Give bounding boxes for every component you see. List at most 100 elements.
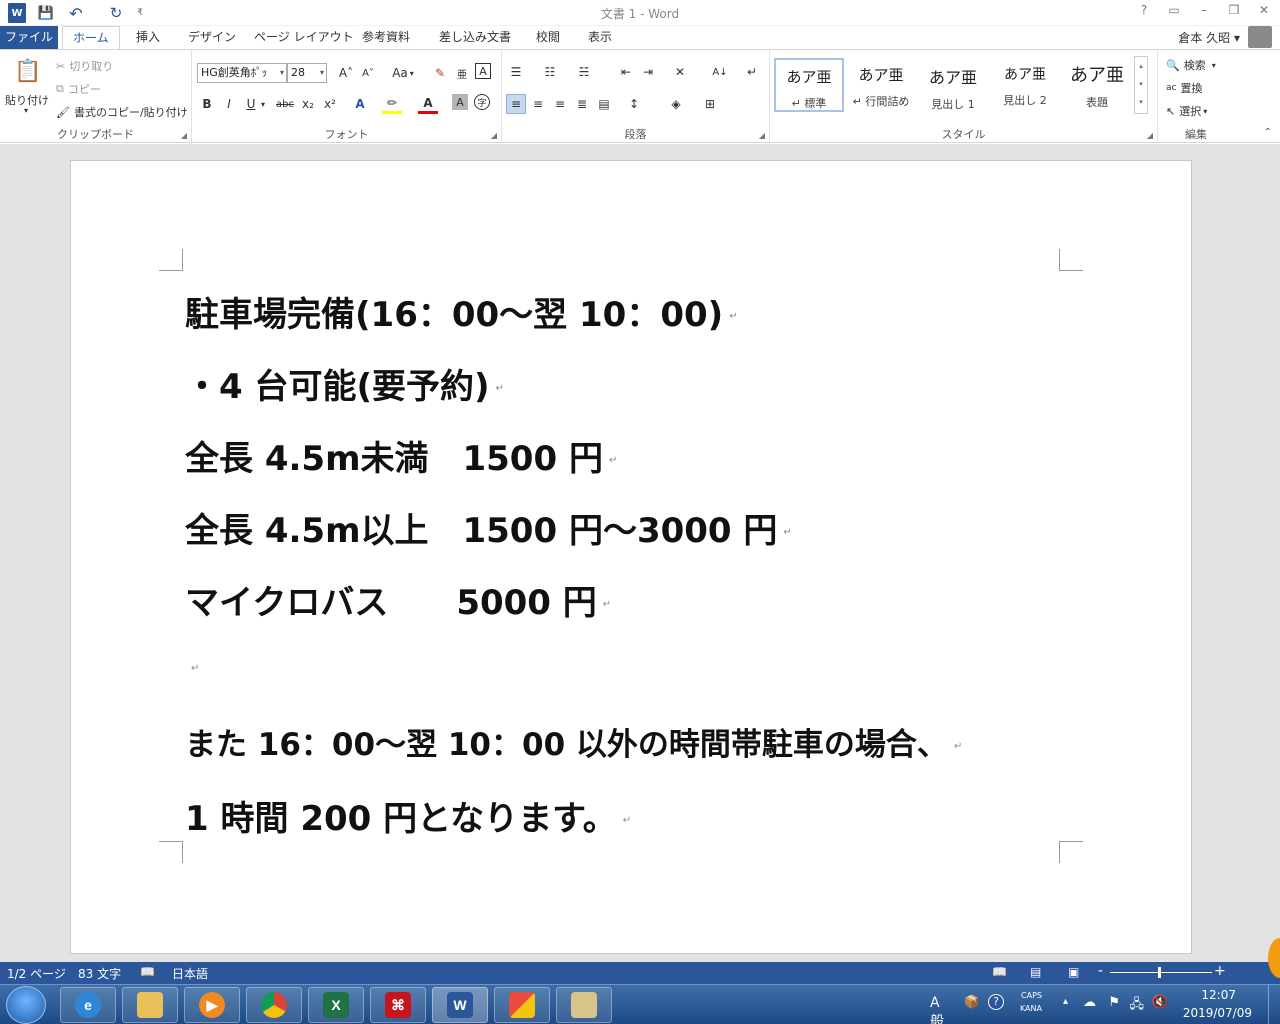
character-border-icon[interactable]: A [475,63,491,79]
close-icon[interactable]: ✕ [1256,3,1272,17]
page-count[interactable]: 1/2 ページ [7,965,66,982]
cut-button[interactable]: ✂ 切り取り [56,58,113,74]
multilevel-list-icon[interactable]: ☵ [574,62,594,82]
borders-icon[interactable]: ⊞ [700,94,720,114]
taskbar-explorer[interactable] [122,987,178,1023]
zoom-out-icon[interactable]: - [1098,963,1103,979]
strikethrough-button[interactable]: abc [272,94,298,114]
asian-layout-icon[interactable]: ✕ [670,62,690,82]
ribbon-display-icon[interactable]: ▭ [1166,3,1182,17]
ime-tools-icon[interactable]: 📦 [964,995,980,1010]
onedrive-icon[interactable]: ☁ [1083,995,1096,1010]
copy-button[interactable]: ⧉ コピー [56,81,101,97]
styles-launcher-icon[interactable]: ◢ [1147,131,1153,140]
help-icon[interactable]: ? [1136,3,1152,17]
font-color-icon[interactable]: A [418,94,438,114]
avatar[interactable] [1248,26,1272,48]
phonetic-guide-icon[interactable]: 亜 [452,63,472,83]
distributed-icon[interactable]: ▤ [594,94,614,114]
justify-icon[interactable]: ≣ [572,94,592,114]
format-painter-button[interactable]: 🖌 書式のコピー/貼り付け [56,104,188,120]
paste-icon[interactable]: 📋 [14,56,42,86]
decrease-indent-icon[interactable]: ⇤ [616,62,636,82]
clipboard-launcher-icon[interactable]: ◢ [181,131,187,140]
tab-insert[interactable]: 挿入 [126,26,170,49]
document-line[interactable]: ・4 台可能(要予約) ↵ [185,359,504,408]
character-shading-icon[interactable]: A [452,94,468,110]
subscript-button[interactable]: x₂ [298,94,318,114]
font-name-box[interactable]: HG創英角ﾎﾟｯ ▾ [197,63,287,83]
action-center-icon[interactable]: ⚑ [1108,995,1120,1010]
bold-button[interactable]: B [197,94,217,114]
font-size-box[interactable]: 28 ▾ [287,63,327,83]
volume-muted-icon[interactable]: 🔇 [1152,995,1168,1010]
taskbar-office[interactable] [494,987,550,1023]
collapse-ribbon-icon[interactable]: ⌃ [1264,127,1272,138]
style-heading-2[interactable]: あア亜 見出し 2 [990,58,1060,112]
minimize-icon[interactable]: – [1196,3,1212,17]
font-launcher-icon[interactable]: ◢ [491,131,497,140]
style-heading-1[interactable]: あア亜 見出し 1 [918,58,988,112]
clock-time[interactable]: 12:07 [1201,988,1236,1002]
word-count[interactable]: 83 文字 [78,965,121,982]
document-line[interactable]: また 16：00～翌 10：00 以外の時間帯駐車の場合、 ↵ [185,719,962,764]
web-layout-icon[interactable]: ▣ [1068,965,1079,979]
style-no-spacing[interactable]: あア亜 ↵ 行間詰め [846,58,916,112]
show-desktop[interactable] [1268,985,1280,1024]
language[interactable]: 日本語 [172,965,208,982]
change-case-icon[interactable]: Aa ▾ [388,63,418,83]
network-icon[interactable]: 🖧 [1130,995,1145,1017]
zoom-in-icon[interactable]: + [1214,963,1226,979]
tab-view[interactable]: 表示 [578,26,622,49]
read-mode-icon[interactable]: 📖 [992,965,1007,979]
zoom-slider[interactable] [1110,972,1212,973]
tab-home[interactable]: ホーム [62,26,120,49]
enclose-characters-icon[interactable]: 字 [474,94,490,110]
document-line[interactable]: 全長 4.5m以上 1500 円～3000 円 ↵ [185,503,792,552]
tab-mailings[interactable]: 差し込み文書 [429,26,521,49]
taskbar-excel[interactable]: X [308,987,364,1023]
document-line[interactable]: マイクロバス 5000 円 ↵ [185,575,611,624]
proofing-icon[interactable]: 📖 [140,965,155,979]
italic-button[interactable]: I [219,94,239,114]
page[interactable]: 駐車場完備(16：00～翌 10：00) ↵ ・4 台可能(要予約) ↵ 全長 4.… [70,160,1192,954]
replace-button[interactable]: ac 置換 [1166,80,1202,96]
print-layout-icon[interactable]: ▤ [1030,965,1041,979]
taskbar-acrobat[interactable]: ⌘ [370,987,426,1023]
bullets-icon[interactable]: ☰ [506,62,526,82]
increase-indent-icon[interactable]: ⇥ [638,62,658,82]
document-line[interactable]: 全長 4.5m未満 1500 円 ↵ [185,431,617,480]
restore-icon[interactable]: ❐ [1226,3,1242,17]
tab-references[interactable]: 参考資料 [352,26,420,49]
tab-review[interactable]: 校閲 [526,26,570,49]
sort-icon[interactable]: A↓ [710,62,730,82]
ime-mode[interactable]: A 般 [930,995,944,1024]
line-spacing-icon[interactable]: ↕ [624,94,644,114]
clock-date[interactable]: 2019/07/09 [1183,1006,1252,1020]
grow-font-icon[interactable]: A˄ [336,63,356,83]
clear-formatting-icon[interactable]: ✎ [430,63,450,83]
show-hidden-icons[interactable]: ▴ [1063,996,1068,1007]
superscript-button[interactable]: x² [320,94,340,114]
zoom-thumb[interactable] [1158,967,1161,978]
taskbar-chrome[interactable] [246,987,302,1023]
align-right-icon[interactable]: ≡ [550,94,570,114]
user-name[interactable]: 倉本 久昭 ▾ [1178,29,1240,46]
style-title[interactable]: あア亜 表題 [1062,58,1132,112]
paste-dropdown-icon[interactable]: ▾ [24,106,28,115]
underline-dropdown-icon[interactable]: ▾ [258,94,268,114]
document-line[interactable]: ↵ [185,647,199,687]
taskbar-media[interactable]: ▶ [184,987,240,1023]
document-line[interactable]: 駐車場完備(16：00～翌 10：00) ↵ [185,287,738,336]
taskbar-window[interactable] [556,987,612,1023]
align-left-icon[interactable]: ≡ [506,94,526,114]
shrink-font-icon[interactable]: A˅ [358,63,378,83]
numbering-icon[interactable]: ☷ [540,62,560,82]
styles-scroll[interactable]: ▴ ▾ ▾ [1134,56,1148,114]
highlight-icon[interactable]: ✏ [382,94,402,114]
tab-page-layout[interactable]: ページ レイアウト [244,26,364,49]
shading-icon[interactable]: ◈ [666,94,686,114]
start-button[interactable] [6,986,46,1024]
find-button[interactable]: 🔍 検索 ▾ [1166,57,1216,73]
select-button[interactable]: ↖ 選択 ▾ [1166,103,1207,119]
